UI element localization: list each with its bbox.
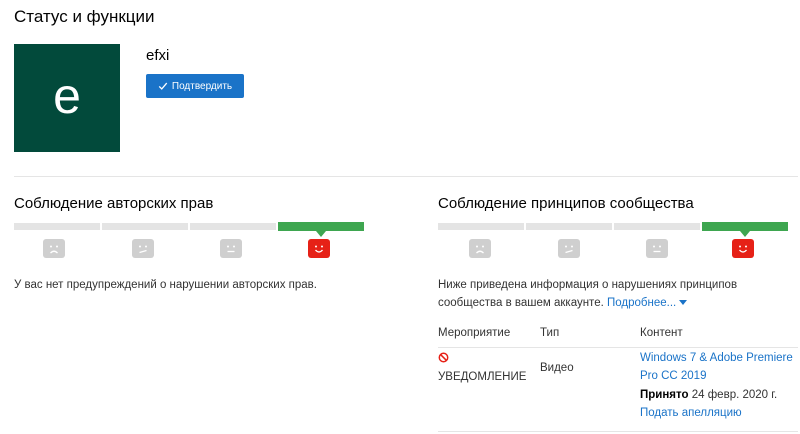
copyright-message: У вас нет предупреждений о нарушении авт… xyxy=(14,279,317,291)
community-title: Соблюдение принципов сообщества xyxy=(438,195,694,212)
skeptical-face-icon xyxy=(558,239,580,258)
meter-pointer xyxy=(316,231,326,237)
avatar: e xyxy=(14,44,120,152)
sad-face-icon xyxy=(43,239,65,258)
happy-face-icon xyxy=(732,239,754,258)
community-message-line2: сообщества в вашем аккаунте. xyxy=(438,297,604,309)
accepted-date: 24 февр. 2020 г. xyxy=(691,389,778,401)
more-link[interactable]: Подробнее... xyxy=(607,297,688,309)
prohibited-icon xyxy=(438,352,449,363)
chevron-down-icon xyxy=(679,300,688,306)
meter-segment-active xyxy=(702,222,788,231)
row-type: Видео xyxy=(540,362,574,374)
neutral-face-icon xyxy=(646,239,668,258)
meter-segment xyxy=(102,223,188,230)
table-bottom-divider xyxy=(438,431,798,432)
row-content-link[interactable]: Windows 7 & Adobe Premiere Pro CC 2019 xyxy=(640,349,793,385)
meter-segment-active xyxy=(278,222,364,231)
verify-button[interactable]: Подтвердить xyxy=(146,74,244,98)
copyright-title: Соблюдение авторских прав xyxy=(14,195,214,212)
meter-segment xyxy=(614,223,700,230)
row-accepted: Принято 24 февр. 2020 г. xyxy=(640,386,777,404)
check-icon xyxy=(158,82,168,90)
row-content-line2: Pro CC 2019 xyxy=(640,370,707,382)
page-title: Статус и функции xyxy=(14,7,155,26)
meter-pointer xyxy=(740,231,750,237)
appeal-link[interactable]: Подать апелляцию xyxy=(640,404,742,422)
accepted-label: Принято xyxy=(640,389,689,401)
column-header-event: Мероприятие xyxy=(438,327,511,339)
happy-face-icon xyxy=(308,239,330,258)
verify-button-label: Подтвердить xyxy=(171,80,233,92)
community-meter xyxy=(438,222,790,263)
community-message-line1: Ниже приведена информация о нарушениях п… xyxy=(438,279,738,291)
meter-segment xyxy=(526,223,612,230)
meter-segment xyxy=(438,223,524,230)
copyright-meter xyxy=(14,222,366,263)
more-link-label: Подробнее... xyxy=(607,297,677,309)
column-header-type: Тип xyxy=(540,327,560,339)
sad-face-icon xyxy=(469,239,491,258)
neutral-face-icon xyxy=(220,239,242,258)
skeptical-face-icon xyxy=(132,239,154,258)
community-message: Ниже приведена информация о нарушениях п… xyxy=(438,276,737,312)
avatar-letter: e xyxy=(53,68,81,124)
column-header-content: Контент xyxy=(640,327,683,339)
meter-segment xyxy=(14,223,100,230)
row-event: УВЕДОМЛЕНИЕ xyxy=(438,371,527,383)
meter-segment xyxy=(190,223,276,230)
table-header-divider xyxy=(438,347,798,348)
section-divider xyxy=(14,176,798,177)
channel-name: efxi xyxy=(146,47,170,64)
row-content-line1: Windows 7 & Adobe Premiere xyxy=(640,352,793,364)
